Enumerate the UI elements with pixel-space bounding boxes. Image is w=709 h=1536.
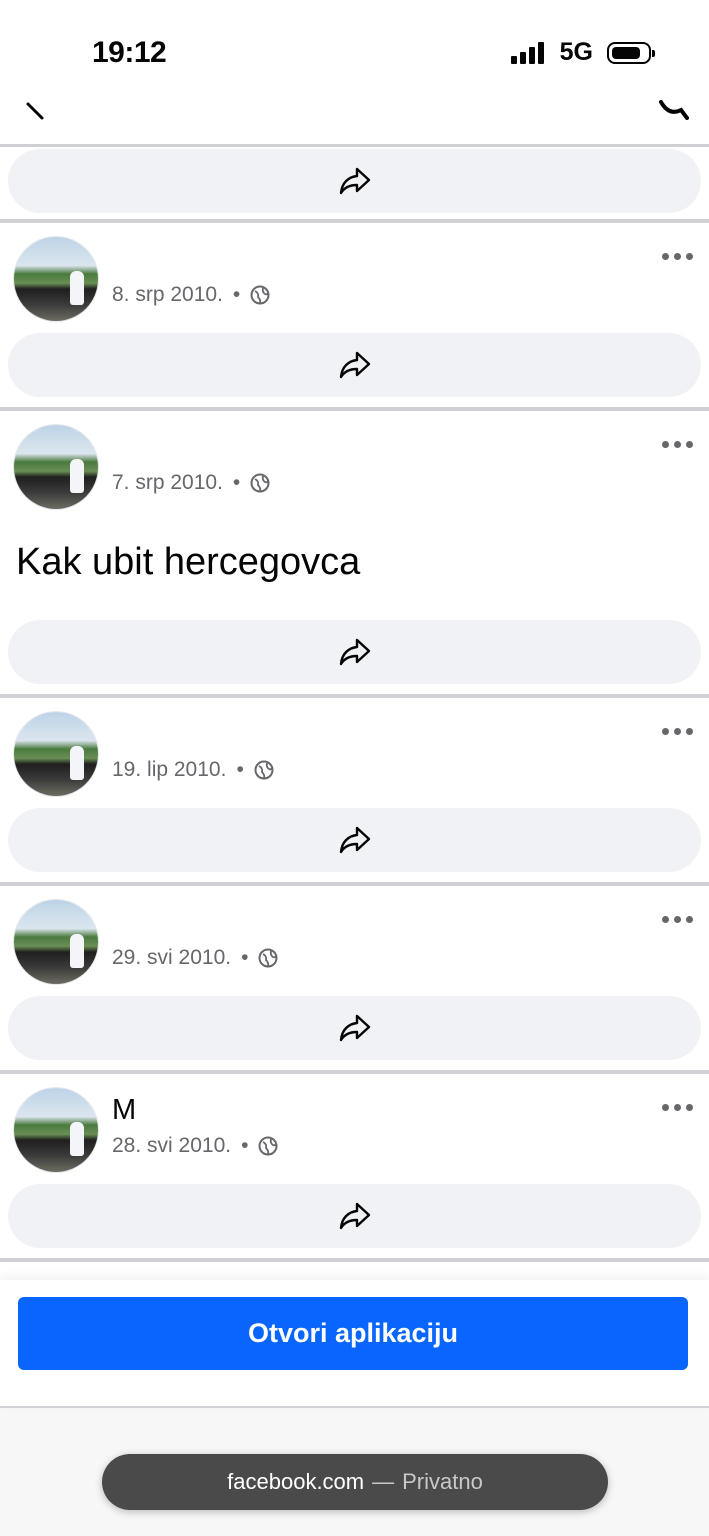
share-icon (339, 1202, 370, 1230)
share-button[interactable] (8, 1184, 701, 1248)
post-card: 8. srp 2010. • (0, 223, 709, 411)
post-header: 8. srp 2010. • (0, 223, 709, 333)
more-icon[interactable] (662, 253, 693, 260)
share-icon (339, 167, 370, 195)
globe-icon (258, 948, 278, 968)
search-icon[interactable] (659, 100, 689, 122)
post-date[interactable]: 8. srp 2010. (112, 283, 223, 307)
share-button[interactable] (8, 996, 701, 1060)
post-header: M 28. svi 2010. • (0, 1074, 709, 1184)
meta-separator: • (232, 471, 241, 494)
browser-bottom-bar: facebook.com — Privatno (0, 1408, 709, 1536)
post-card: M 28. svi 2010. • (0, 1074, 709, 1262)
post-card: 29. svi 2010. • (0, 886, 709, 1074)
avatar[interactable] (14, 1088, 98, 1172)
more-icon[interactable] (662, 441, 693, 448)
post-header: 29. svi 2010. • (0, 886, 709, 996)
share-icon (339, 1014, 370, 1042)
status-indicators: 5G (510, 38, 655, 67)
post-text: Kak ubit hercegovca (16, 541, 361, 583)
network-label: 5G (559, 38, 593, 66)
private-mode-label: Privatno (402, 1469, 483, 1494)
post-date[interactable]: 29. svi 2010. (112, 946, 231, 970)
author-name[interactable] (112, 718, 120, 751)
share-icon (339, 826, 370, 854)
globe-icon (258, 1136, 278, 1156)
post-date[interactable]: 19. lip 2010. (112, 758, 226, 782)
globe-icon (250, 285, 270, 305)
back-icon[interactable] (22, 100, 48, 122)
post-header: 19. lip 2010. • (0, 698, 709, 808)
share-button[interactable] (8, 808, 701, 872)
status-bar: 19:12 5G (0, 0, 709, 100)
open-app-button[interactable]: Otvori aplikaciju (18, 1297, 688, 1370)
post-card (0, 147, 709, 223)
meta-separator: • (232, 283, 241, 306)
share-button[interactable] (8, 149, 701, 213)
share-button[interactable] (8, 620, 701, 684)
avatar[interactable] (14, 237, 98, 321)
status-time: 19:12 (92, 36, 167, 69)
url-separator: — (372, 1469, 395, 1494)
battery-icon (607, 41, 655, 64)
post-card: 7. srp 2010. • Kak ubit hercegovca (0, 411, 709, 698)
avatar[interactable] (14, 900, 98, 984)
post-meta: 28. svi 2010. • (112, 1134, 278, 1158)
signal-icon (510, 41, 544, 64)
avatar[interactable] (14, 425, 98, 509)
open-app-panel: Otvori aplikaciju (0, 1280, 709, 1408)
author-name[interactable] (112, 243, 120, 276)
post-meta: 8. srp 2010. • (112, 283, 270, 307)
more-icon[interactable] (662, 1104, 693, 1111)
share-button[interactable] (8, 333, 701, 397)
post-header: 7. srp 2010. • (0, 411, 709, 521)
post-meta: 19. lip 2010. • (112, 758, 274, 782)
feed: 8. srp 2010. • 7. srp 2010. • Kak ubit h… (0, 147, 709, 1262)
author-name[interactable] (112, 906, 120, 939)
author-name[interactable] (112, 431, 120, 464)
meta-separator: • (241, 1134, 249, 1157)
post-meta: 7. srp 2010. • (112, 471, 270, 495)
globe-icon (254, 760, 274, 780)
post-date[interactable]: 7. srp 2010. (112, 471, 223, 495)
post-meta: 29. svi 2010. • (112, 946, 278, 970)
more-icon[interactable] (662, 728, 693, 735)
url-domain: facebook.com (227, 1469, 365, 1494)
post-card: 19. lip 2010. • (0, 698, 709, 886)
globe-icon (250, 473, 270, 493)
post-date[interactable]: 28. svi 2010. (112, 1134, 231, 1158)
share-icon (339, 638, 370, 666)
more-icon[interactable] (662, 916, 693, 923)
author-name[interactable]: M (112, 1094, 136, 1127)
avatar[interactable] (14, 712, 98, 796)
meta-separator: • (236, 758, 244, 781)
top-nav (0, 100, 709, 147)
meta-separator: • (241, 946, 249, 969)
share-icon (339, 351, 370, 379)
address-bar[interactable]: facebook.com — Privatno (102, 1454, 608, 1510)
